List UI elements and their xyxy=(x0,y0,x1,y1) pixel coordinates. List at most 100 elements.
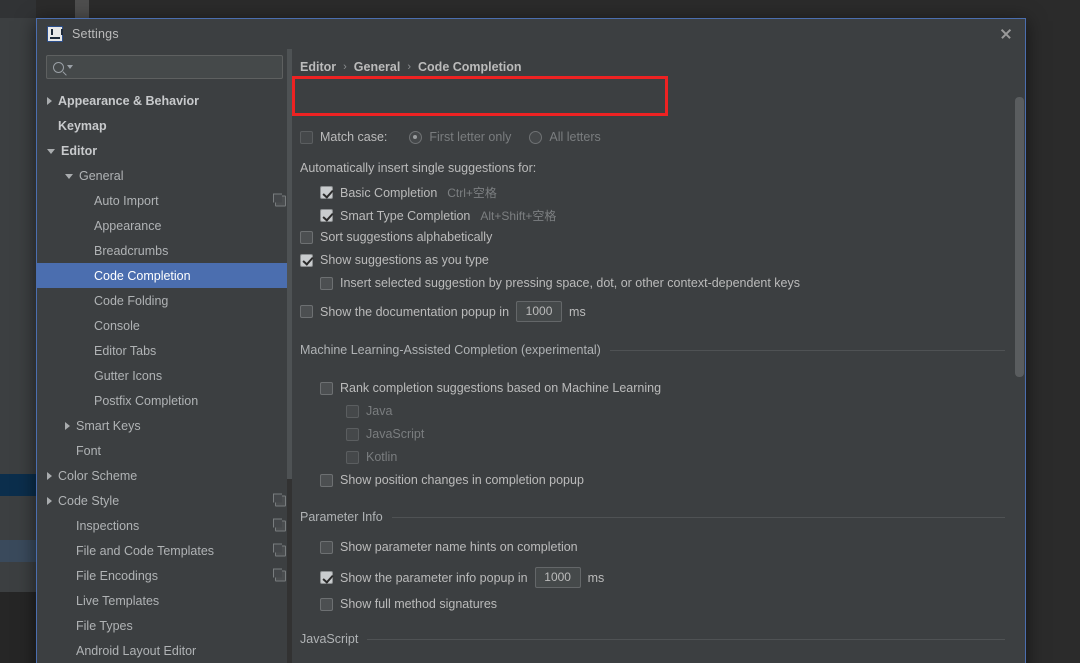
copy-settings-icon[interactable] xyxy=(273,493,286,506)
sidebar-item-appearance-behavior[interactable]: Appearance & Behavior xyxy=(37,88,292,113)
sort-alphabetically-row[interactable]: Sort suggestions alphabetically xyxy=(300,230,492,244)
sidebar-item-file-and-code-templates[interactable]: File and Code Templates xyxy=(37,538,292,563)
ml-java-label: Java xyxy=(366,404,393,418)
sidebar-item-font[interactable]: Font xyxy=(37,438,292,463)
show-doc-popup-row[interactable]: Show the documentation popup in 1000 ms xyxy=(300,301,586,322)
show-doc-popup-input[interactable]: 1000 xyxy=(516,301,563,322)
param-name-hints-row[interactable]: Show parameter name hints on completion xyxy=(320,540,578,554)
param-full-sig-label: Show full method signatures xyxy=(340,597,498,611)
section-divider xyxy=(367,638,1005,640)
content-scroll-area: Editor › General › Code Completion Match… xyxy=(292,49,1011,663)
sidebar-item-color-scheme[interactable]: Color Scheme xyxy=(37,463,292,488)
copy-settings-icon[interactable] xyxy=(273,518,286,531)
param-popup-unit: ms xyxy=(587,570,605,585)
param-popup-input[interactable]: 1000 xyxy=(534,567,581,588)
ml-kotlin-label: Kotlin xyxy=(366,450,398,464)
sidebar-item-auto-import[interactable]: Auto Import xyxy=(37,188,292,213)
ml-java-row[interactable]: Java xyxy=(346,404,392,418)
ml-section-label: Machine Learning-Assisted Completion (ex… xyxy=(300,343,601,357)
sidebar-item-editor[interactable]: Editor xyxy=(37,138,292,163)
search-input[interactable] xyxy=(73,59,276,75)
param-name-hints-label: Show parameter name hints on completion xyxy=(340,540,578,554)
ml-position-changes-row[interactable]: Show position changes in completion popu… xyxy=(320,473,584,487)
ml-javascript-checkbox[interactable] xyxy=(346,427,359,441)
sidebar-item-label: Smart Keys xyxy=(76,418,141,433)
copy-settings-icon[interactable] xyxy=(273,543,286,556)
breadcrumb-editor[interactable]: Editor xyxy=(300,60,336,74)
settings-tree: Appearance & Behavior Keymap Editor General… xyxy=(37,87,292,663)
ml-rank-checkbox[interactable] xyxy=(320,381,333,395)
sort-alphabetically-label: Sort suggestions alphabetically xyxy=(320,230,493,244)
param-full-sig-row[interactable]: Show full method signatures xyxy=(320,597,497,611)
rail-band xyxy=(0,474,36,496)
ml-position-changes-checkbox[interactable] xyxy=(320,473,333,487)
sidebar-item-appearance[interactable]: Appearance xyxy=(37,213,292,238)
param-popup-checkbox[interactable] xyxy=(320,571,333,584)
sidebar-item-general[interactable]: General xyxy=(37,163,292,188)
sidebar-item-label: Console xyxy=(94,318,140,333)
search-box[interactable] xyxy=(46,55,283,79)
show-as-you-type-checkbox[interactable] xyxy=(300,253,313,267)
content-scrollbar[interactable] xyxy=(1015,97,1024,377)
breadcrumb-general[interactable]: General xyxy=(354,60,401,74)
close-icon[interactable] xyxy=(993,21,1019,47)
sidebar-item-label: Color Scheme xyxy=(58,468,138,483)
chevron-right-icon[interactable] xyxy=(65,421,70,430)
ml-java-checkbox[interactable] xyxy=(346,404,359,418)
chevron-down-icon[interactable] xyxy=(47,149,55,154)
sidebar-item-breadcrumbs[interactable]: Breadcrumbs xyxy=(37,238,292,263)
sidebar-item-label: Auto Import xyxy=(94,193,159,208)
show-as-you-type-row[interactable]: Show suggestions as you type xyxy=(300,253,489,267)
all-letters-radio[interactable] xyxy=(529,130,543,144)
sidebar-item-label: Editor xyxy=(61,143,98,158)
ml-rank-row[interactable]: Rank completion suggestions based on Mac… xyxy=(320,381,661,395)
sidebar-item-label: Android Layout Editor xyxy=(76,643,197,658)
auto-insert-header: Automatically insert single suggestions … xyxy=(300,161,536,175)
sort-alphabetically-checkbox[interactable] xyxy=(300,230,313,244)
insert-selected-row[interactable]: Insert selected suggestion by pressing s… xyxy=(320,276,800,290)
sidebar-item-file-types[interactable]: File Types xyxy=(37,613,292,638)
param-popup-row[interactable]: Show the parameter info popup in 1000 ms xyxy=(320,567,604,588)
sidebar-item-android-layout-editor[interactable]: Android Layout Editor xyxy=(37,638,292,663)
show-doc-popup-checkbox[interactable] xyxy=(300,305,313,318)
first-letter-only-radio[interactable] xyxy=(409,130,423,144)
sidebar-item-code-folding[interactable]: Code Folding xyxy=(37,288,292,313)
sidebar-item-inspections[interactable]: Inspections xyxy=(37,513,292,538)
ml-kotlin-checkbox[interactable] xyxy=(346,450,359,464)
sidebar-item-code-style[interactable]: Code Style xyxy=(37,488,292,513)
chevron-right-icon[interactable] xyxy=(47,496,52,505)
sidebar-item-file-encodings[interactable]: File Encodings xyxy=(37,563,292,588)
sidebar-item-label: Breadcrumbs xyxy=(94,243,169,258)
sidebar-item-code-completion[interactable]: Code Completion xyxy=(37,263,292,288)
ml-kotlin-row[interactable]: Kotlin xyxy=(346,450,397,464)
sidebar-item-postfix-completion[interactable]: Postfix Completion xyxy=(37,388,292,413)
chevron-right-icon[interactable] xyxy=(47,471,52,480)
ide-left-toolbar xyxy=(0,0,36,663)
sidebar-item-label: File and Code Templates xyxy=(76,543,215,558)
rail-band xyxy=(0,540,36,562)
basic-completion-row[interactable]: Basic Completion Ctrl+空格 xyxy=(320,184,497,201)
param-full-sig-checkbox[interactable] xyxy=(320,597,333,611)
basic-completion-checkbox[interactable] xyxy=(320,186,333,199)
search-icon xyxy=(53,61,64,73)
copy-settings-icon[interactable] xyxy=(273,193,286,206)
smart-type-completion-row[interactable]: Smart Type Completion Alt+Shift+空格 xyxy=(320,207,556,224)
auto-insert-header-label: Automatically insert single suggestions … xyxy=(300,161,537,175)
show-doc-popup-unit: ms xyxy=(569,304,586,319)
sidebar-item-keymap[interactable]: Keymap xyxy=(37,113,292,138)
sidebar-item-console[interactable]: Console xyxy=(37,313,292,338)
chevron-right-icon[interactable] xyxy=(47,96,52,105)
ml-javascript-row[interactable]: JavaScript xyxy=(346,427,424,441)
rail-band xyxy=(0,592,36,663)
sidebar-item-live-templates[interactable]: Live Templates xyxy=(37,588,292,613)
sidebar-item-smart-keys[interactable]: Smart Keys xyxy=(37,413,292,438)
match-case-checkbox[interactable] xyxy=(300,130,313,144)
sidebar-item-gutter-icons[interactable]: Gutter Icons xyxy=(37,363,292,388)
smart-type-completion-checkbox[interactable] xyxy=(320,209,333,222)
param-name-hints-checkbox[interactable] xyxy=(320,540,333,554)
show-as-you-type-label: Show suggestions as you type xyxy=(320,253,489,267)
insert-selected-checkbox[interactable] xyxy=(320,276,333,290)
chevron-down-icon[interactable] xyxy=(65,174,73,179)
copy-settings-icon[interactable] xyxy=(273,568,286,581)
sidebar-item-editor-tabs[interactable]: Editor Tabs xyxy=(37,338,292,363)
